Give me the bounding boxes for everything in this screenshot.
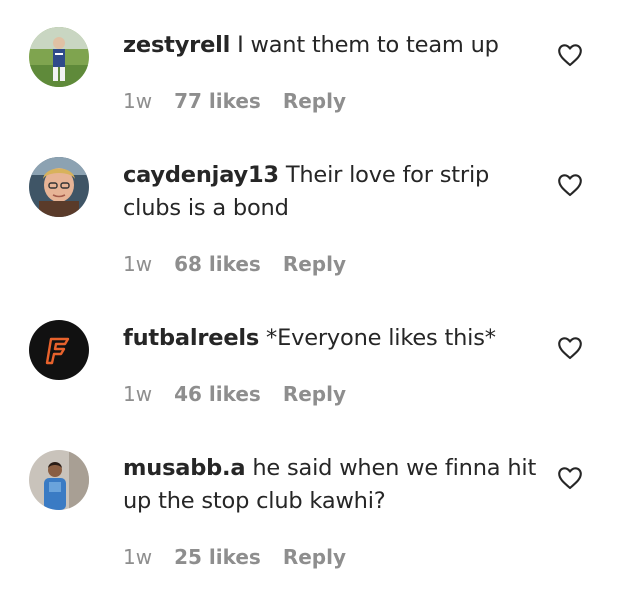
- heart-outline-icon: [558, 337, 582, 360]
- comment-time: 1w: [123, 252, 153, 276]
- like-button[interactable]: [557, 43, 583, 67]
- like-button[interactable]: [557, 336, 583, 360]
- like-button[interactable]: [557, 173, 583, 197]
- heart-outline-icon: [558, 467, 582, 490]
- comment-body: I want them to team up: [230, 32, 499, 58]
- comment-likes[interactable]: 68 likes: [174, 252, 261, 276]
- avatar[interactable]: [29, 450, 89, 510]
- comment-text: futbalreels *Everyone likes this*: [123, 322, 543, 355]
- comment-meta: 1w 46 likes Reply: [123, 381, 368, 407]
- comment-likes[interactable]: 77 likes: [174, 89, 261, 113]
- avatar[interactable]: [29, 320, 89, 380]
- f-logo-icon: [29, 320, 89, 380]
- reply-button[interactable]: Reply: [283, 382, 346, 406]
- avatar-photo-icon: [29, 27, 89, 87]
- avatar-photo-icon: [29, 157, 89, 217]
- avatar[interactable]: [29, 157, 89, 217]
- comment-time: 1w: [123, 89, 153, 113]
- like-button[interactable]: [557, 466, 583, 490]
- avatar-photo-icon: [29, 450, 89, 510]
- comment-username[interactable]: musabb.a: [123, 455, 246, 481]
- comment-username[interactable]: futbalreels: [123, 325, 259, 351]
- comment-username[interactable]: caydenjay13: [123, 162, 279, 188]
- comment-meta: 1w 25 likes Reply: [123, 544, 368, 570]
- reply-button[interactable]: Reply: [283, 252, 346, 276]
- comment-body: *Everyone likes this*: [259, 325, 496, 351]
- comment-text: zestyrell I want them to team up: [123, 29, 543, 62]
- heart-outline-icon: [558, 44, 582, 67]
- comment-username[interactable]: zestyrell: [123, 32, 230, 58]
- comment-meta: 1w 77 likes Reply: [123, 88, 368, 114]
- comment-text: caydenjay13 Their love for strip clubs i…: [123, 159, 543, 225]
- comment-meta: 1w 68 likes Reply: [123, 251, 368, 277]
- reply-button[interactable]: Reply: [283, 89, 346, 113]
- avatar[interactable]: [29, 27, 89, 87]
- comment-time: 1w: [123, 545, 153, 569]
- comment-text: musabb.a he said when we finna hit up th…: [123, 452, 543, 518]
- reply-button[interactable]: Reply: [283, 545, 346, 569]
- comment-likes[interactable]: 25 likes: [174, 545, 261, 569]
- heart-outline-icon: [558, 174, 582, 197]
- comment-time: 1w: [123, 382, 153, 406]
- comment-likes[interactable]: 46 likes: [174, 382, 261, 406]
